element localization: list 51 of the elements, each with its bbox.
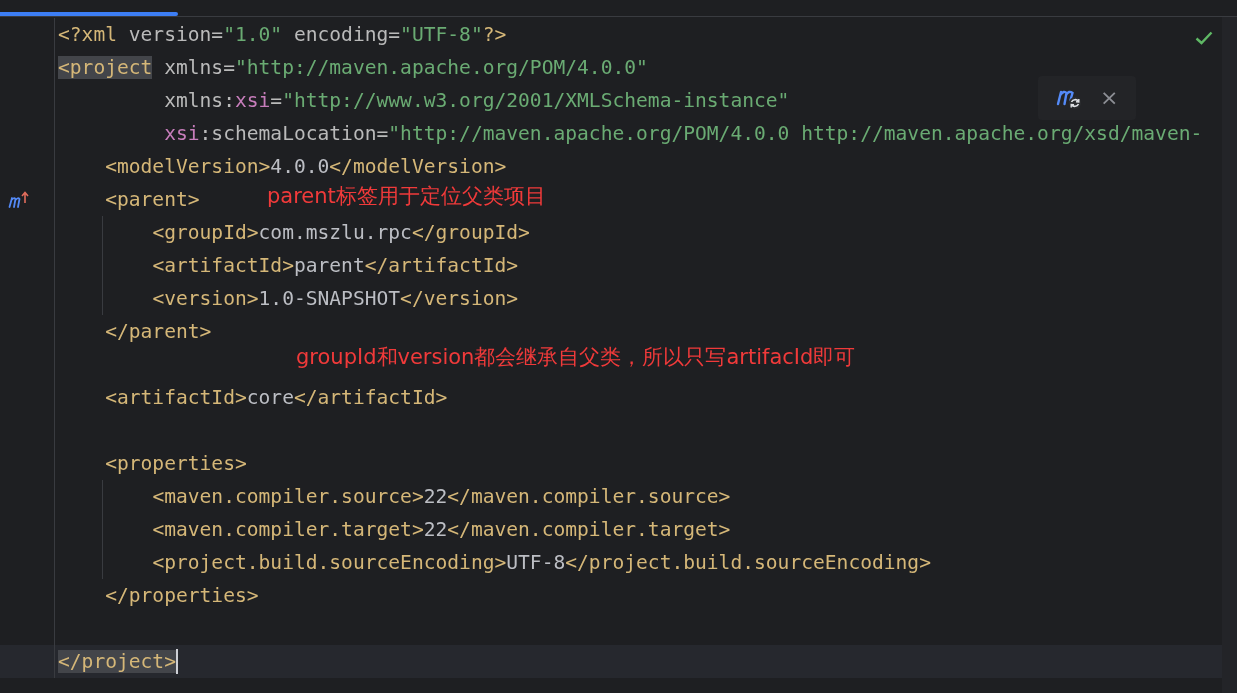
- xml-tag: </artifactId>: [364, 254, 519, 277]
- attribute-name: :schemaLocation=: [199, 122, 389, 145]
- attribute-name: =: [270, 89, 283, 112]
- xml-tag: ?>: [482, 23, 507, 46]
- xml-tag: <properties>: [105, 452, 247, 475]
- annotation-text: parent标签用于定位父类项目: [267, 183, 546, 210]
- xml-tag: </project>: [58, 650, 176, 673]
- attribute-name: xmlns:: [164, 89, 235, 112]
- xml-tag: </groupId>: [411, 221, 530, 244]
- xml-tag: </maven.compiler.target>: [447, 518, 731, 541]
- element-text: parent: [293, 254, 365, 277]
- xml-tag: <groupId>: [152, 221, 259, 244]
- element-text: com.mszlu.rpc: [258, 221, 412, 244]
- element-text: UTF-8: [506, 551, 566, 574]
- xml-tag: <artifactId>: [105, 386, 247, 409]
- xml-tag: <version>: [152, 287, 259, 310]
- xml-tag: </artifactId>: [293, 386, 448, 409]
- xml-tag: <maven.compiler.target>: [152, 518, 424, 541]
- xml-tag: </modelVersion>: [329, 155, 507, 178]
- xml-tag: </properties>: [105, 584, 259, 607]
- attribute-value: "http://maven.apache.org/POM/4.0.0 http://maven.apache.org/xsd/maven-: [388, 122, 1203, 145]
- element-text: core: [246, 386, 294, 409]
- attribute-value: "http://maven.apache.org/POM/4.0.0": [234, 56, 648, 79]
- annotation-text: groupId和version都会继承自父类，所以只写artifacId即可: [296, 344, 856, 371]
- xml-tag: </maven.compiler.source>: [447, 485, 731, 508]
- attribute-value: "1.0": [223, 23, 283, 46]
- namespace-prefix: xsi: [164, 122, 200, 145]
- xml-tag: <modelVersion>: [105, 155, 271, 178]
- check-icon[interactable]: [1195, 31, 1213, 45]
- close-button[interactable]: ×: [1098, 87, 1121, 109]
- attribute-name: version=: [128, 23, 224, 46]
- xml-tag: <maven.compiler.source>: [152, 485, 424, 508]
- m-up-arrow-icon[interactable]: [8, 190, 30, 209]
- xml-tag: </version>: [400, 287, 519, 310]
- xml-tag: </project.build.sourceEncoding>: [565, 551, 931, 574]
- xml-tag: <project.build.sourceEncoding>: [152, 551, 507, 574]
- element-text: 22: [423, 485, 448, 508]
- xml-tag: </parent>: [105, 320, 212, 343]
- attribute-name: encoding=: [293, 23, 401, 46]
- element-text: 1.0-SNAPSHOT: [258, 287, 401, 310]
- attribute-value: "UTF-8": [400, 23, 483, 46]
- xml-tag: <parent>: [105, 188, 200, 211]
- attribute-value: "http://www.w3.org/2001/XMLSchema-instance": [282, 89, 790, 112]
- scrollbar-track[interactable]: [1222, 17, 1237, 693]
- attribute-name: xmlns=: [164, 56, 235, 79]
- xml-tag: <project: [58, 56, 153, 79]
- namespace-prefix: xsi: [234, 89, 271, 112]
- element-text: 4.0.0: [270, 155, 330, 178]
- xml-tag: <?xml: [58, 23, 129, 46]
- element-text: 22: [423, 518, 448, 541]
- xml-tag: <artifactId>: [152, 254, 294, 277]
